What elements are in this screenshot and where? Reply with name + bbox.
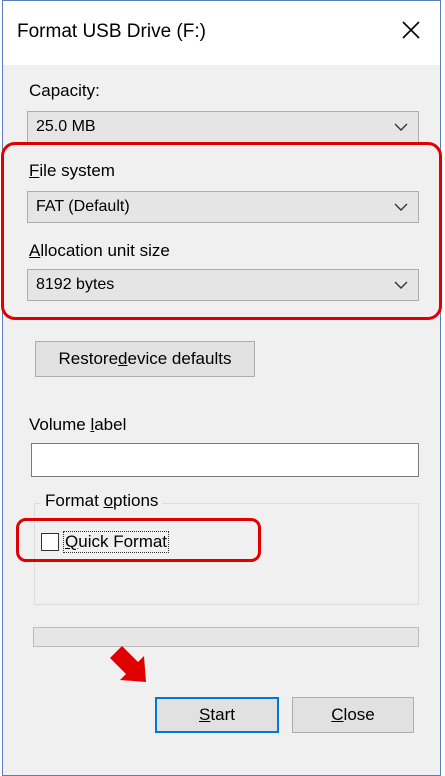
format-options-legend: Format options	[41, 491, 163, 511]
capacity-value: 25.0 MB	[36, 118, 96, 135]
capacity-label: Capacity:	[29, 81, 100, 100]
close-button[interactable]: Close	[292, 697, 414, 733]
restore-defaults-button[interactable]: Restore d evice defaults	[35, 341, 255, 377]
title-bar: Format USB Drive (F:)	[3, 1, 440, 65]
red-arrow-icon	[110, 646, 146, 682]
capacity-select[interactable]: 25.0 MB	[27, 111, 419, 143]
start-button[interactable]: Start	[155, 697, 279, 733]
format-progress-bar	[33, 627, 419, 647]
close-icon[interactable]	[392, 11, 430, 49]
format-dialog: Format USB Drive (F:) Capacity: 25.0 MB …	[2, 0, 441, 776]
volume-label-input[interactable]	[31, 443, 419, 477]
filesystem-highlight	[1, 142, 442, 320]
volume-label-label: Volume label	[29, 415, 127, 434]
dialog-title: Format USB Drive (F:)	[17, 21, 206, 42]
chevron-down-icon	[394, 123, 408, 131]
quick-format-highlight	[16, 518, 261, 562]
